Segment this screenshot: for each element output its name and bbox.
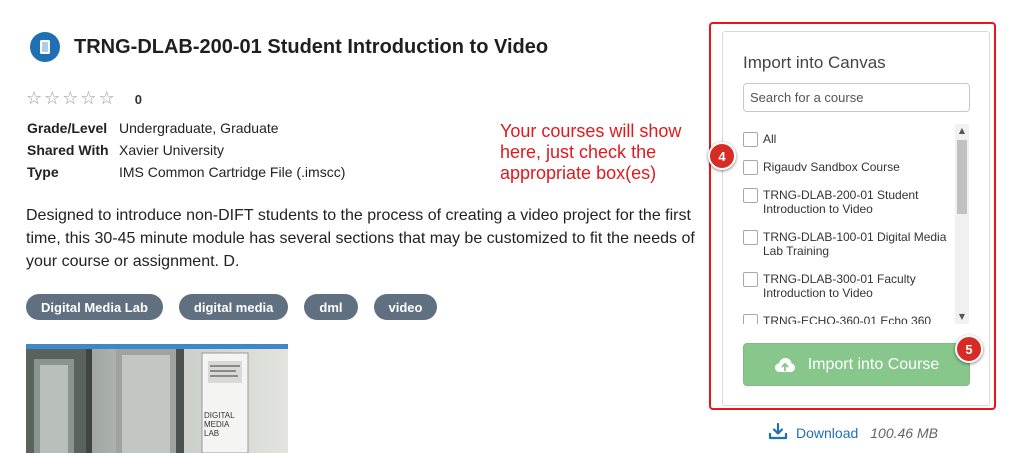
meta-row-grade-level: Grade/Level Undergraduate, Graduate — [27, 117, 345, 139]
course-label: TRNG-DLAB-300-01 Faculty Introduction to… — [763, 272, 916, 300]
import-into-course-button[interactable]: Import into Course — [743, 343, 970, 386]
star-outline-icon[interactable]: ☆ — [26, 90, 42, 108]
resource-thumbnail: DIGITAL MEDIA LAB — [26, 344, 288, 453]
star-outline-icon[interactable]: ☆ — [99, 90, 115, 108]
import-panel-title: Import into Canvas — [743, 53, 886, 72]
course-checkbox[interactable] — [743, 160, 758, 175]
course-item[interactable]: TRNG-DLAB-200-01 Student Introduction to… — [743, 188, 955, 216]
scroll-thumb[interactable] — [957, 140, 967, 214]
meta-value: Xavier University — [119, 142, 225, 158]
meta-label: Type — [27, 164, 59, 180]
course-label: Rigaudv Sandbox Course — [763, 160, 900, 174]
course-item-all[interactable]: All — [743, 132, 955, 147]
star-outline-icon[interactable]: ☆ — [62, 90, 78, 108]
resource-description: Designed to introduce non-DIFT students … — [26, 207, 695, 270]
meta-label: Grade/Level — [27, 120, 108, 136]
course-label: TRNG-ECHO-360-01 Echo 360 — [763, 314, 932, 324]
meta-label: Shared With — [27, 142, 109, 158]
download-row: Download 100.46 MB — [768, 422, 938, 443]
tag-digital-media[interactable]: digital media — [178, 294, 289, 320]
course-search-input[interactable] — [743, 83, 970, 112]
tag-video[interactable]: video — [373, 294, 438, 320]
course-label: All — [763, 132, 777, 146]
scroll-down-icon[interactable]: ▼ — [955, 310, 969, 324]
rating: ☆ ☆ ☆ ☆ ☆ 0 — [26, 90, 142, 108]
annotation-line: Your courses will show — [500, 121, 682, 141]
import-button-label: Import into Course — [807, 355, 940, 373]
annotation-line: here, just check the — [500, 142, 657, 162]
cloud-upload-icon — [774, 357, 796, 373]
resource-header: TRNG-DLAB-200-01 Student Introduction to… — [30, 32, 548, 62]
scroll-up-icon[interactable]: ▲ — [955, 124, 969, 138]
course-checkbox[interactable] — [743, 132, 758, 147]
star-outline-icon[interactable]: ☆ — [44, 90, 60, 108]
course-label: TRNG-DLAB-200-01 Student Introduction to… — [763, 188, 919, 216]
course-label: TRNG-DLAB-100-01 Digital Media Lab Train… — [763, 230, 947, 258]
course-checkbox[interactable] — [743, 272, 758, 287]
course-item[interactable]: TRNG-ECHO-360-01 Echo 360 — [743, 314, 955, 324]
download-link[interactable]: Download — [796, 425, 858, 441]
course-checkbox[interactable] — [743, 230, 758, 245]
rating-count: 0 — [134, 91, 142, 107]
tag-digital-media-lab[interactable]: Digital Media Lab — [26, 294, 163, 320]
course-item[interactable]: TRNG-DLAB-100-01 Digital Media Lab Train… — [743, 230, 955, 258]
thumbnail-sign-text: DIGITAL MEDIA LAB — [204, 411, 235, 438]
course-checkbox[interactable] — [743, 314, 758, 324]
tag-list: Digital Media Lab digital media dml vide… — [26, 294, 438, 320]
course-checkbox[interactable] — [743, 188, 758, 203]
meta-row-type: Type IMS Common Cartridge File (.imscc) — [27, 161, 345, 183]
document-icon — [30, 32, 60, 62]
course-list-scrollbar[interactable]: ▲ ▼ — [955, 124, 969, 324]
step-badge-5: 5 — [955, 335, 983, 363]
step-badge-4: 4 — [708, 142, 736, 170]
meta-value: IMS Common Cartridge File (.imscc) — [119, 164, 346, 180]
resource-meta: Grade/Level Undergraduate, Graduate Shar… — [27, 117, 345, 183]
meta-row-shared-with: Shared With Xavier University — [27, 139, 345, 161]
page-title: TRNG-DLAB-200-01 Student Introduction to… — [74, 35, 549, 58]
annotation-line: appropriate box(es) — [500, 163, 657, 183]
course-item[interactable]: Rigaudv Sandbox Course — [743, 160, 955, 175]
course-list: All Rigaudv Sandbox Course TRNG-DLAB-200… — [743, 124, 969, 324]
download-icon[interactable] — [768, 422, 788, 443]
tag-dml[interactable]: dml — [304, 294, 358, 320]
meta-value: Undergraduate, Graduate — [119, 120, 279, 136]
star-rating[interactable]: ☆ ☆ ☆ ☆ ☆ — [26, 90, 115, 108]
file-size: 100.46 MB — [870, 425, 938, 441]
course-item[interactable]: TRNG-DLAB-300-01 Faculty Introduction to… — [743, 272, 955, 300]
annotation-callout: Your courses will show here, just check … — [500, 121, 720, 184]
thumbnail-image — [26, 349, 288, 453]
star-outline-icon[interactable]: ☆ — [80, 90, 96, 108]
